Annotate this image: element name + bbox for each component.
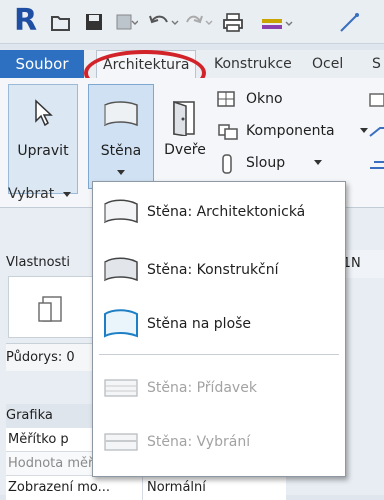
wall-label: Stěna xyxy=(100,143,142,159)
door-button[interactable]: Dveře xyxy=(160,84,210,194)
tab-ocel[interactable]: Ocel xyxy=(306,50,349,78)
column-button[interactable]: Sloup xyxy=(216,150,326,176)
properties-title: Vlastnosti xyxy=(6,255,71,270)
component-label: Komponenta xyxy=(246,123,335,139)
floor-plan-selector[interactable]: Půdorys: 0 xyxy=(6,343,92,371)
modify-label: Upravit xyxy=(17,143,69,159)
wall-dropdown-menu: Stěna: Architektonická Stěna: Konstrukčn… xyxy=(92,181,346,477)
chevron-down-icon xyxy=(117,170,125,175)
column-icon xyxy=(222,154,232,174)
door-label: Dveře xyxy=(164,142,206,158)
type-selector[interactable] xyxy=(8,276,94,338)
chevron-down-icon xyxy=(62,192,71,197)
menu-item-label: Stěna: Vybrání xyxy=(147,434,251,450)
menu-item-label: Stěna: Konstrukční xyxy=(147,262,279,278)
menu-item-wall-architectural[interactable]: Stěna: Architektonická xyxy=(93,186,345,238)
window-label: Okno xyxy=(246,91,283,107)
print-icon[interactable] xyxy=(222,12,250,32)
door-icon xyxy=(173,100,195,136)
app-logo[interactable]: R xyxy=(14,6,37,36)
tab-soubor[interactable]: Soubor xyxy=(0,50,84,78)
chevron-down-icon xyxy=(360,128,368,133)
wall-reveal-icon xyxy=(104,433,138,451)
menu-item-wall-reveal: Stěna: Vybrání xyxy=(93,416,345,468)
menu-item-wall-structural[interactable]: Stěna: Konstrukční xyxy=(93,244,345,296)
select-dropdown[interactable]: Vybrat xyxy=(0,178,88,210)
property-row[interactable]: Zobrazení mo... Normální xyxy=(6,476,286,500)
wall-architectural-icon xyxy=(104,199,138,224)
select-label: Vybrat xyxy=(8,186,55,202)
tab-konstrukce[interactable]: Konstrukce xyxy=(208,50,298,78)
cursor-arrow-icon xyxy=(35,99,53,127)
floor-icon[interactable] xyxy=(368,154,384,172)
window-button[interactable]: Okno xyxy=(216,86,326,112)
menu-item-wall-by-face[interactable]: Stěna na ploše xyxy=(93,298,345,350)
ceiling-icon[interactable] xyxy=(368,122,384,140)
measure-icon[interactable] xyxy=(260,12,300,32)
undo-icon[interactable] xyxy=(148,12,180,32)
wall-icon xyxy=(104,101,138,127)
component-icon xyxy=(218,124,238,140)
quick-access-toolbar: R xyxy=(0,0,384,44)
tab-overflow[interactable]: S xyxy=(366,50,384,78)
open-icon[interactable] xyxy=(50,12,72,32)
redo-icon[interactable] xyxy=(184,12,214,32)
property-name: Zobrazení mo... xyxy=(8,480,111,495)
wall-structural-icon xyxy=(104,257,138,282)
roof-icon[interactable] xyxy=(368,90,384,108)
column-label: Sloup xyxy=(246,155,286,171)
chevron-down-icon xyxy=(314,160,322,165)
wall-button[interactable]: Stěna xyxy=(88,84,154,189)
sync-icon[interactable] xyxy=(114,12,138,32)
floor-plan-icon xyxy=(38,296,62,322)
save-icon[interactable] xyxy=(84,12,104,32)
menu-item-label: Stěna: Přídavek xyxy=(147,380,257,396)
menu-item-label: Stěna na ploše xyxy=(147,316,252,332)
dimension-icon[interactable] xyxy=(338,12,362,32)
wall-by-face-icon xyxy=(104,309,138,338)
property-value[interactable]: Normální xyxy=(142,476,206,500)
menu-item-label: Stěna: Architektonická xyxy=(147,204,306,220)
window-icon xyxy=(217,91,235,107)
menu-item-wall-sweep: Stěna: Přídavek xyxy=(93,362,345,414)
wall-sweep-icon xyxy=(104,379,138,397)
menu-separator xyxy=(99,354,339,355)
component-button[interactable]: Komponenta xyxy=(216,118,368,144)
